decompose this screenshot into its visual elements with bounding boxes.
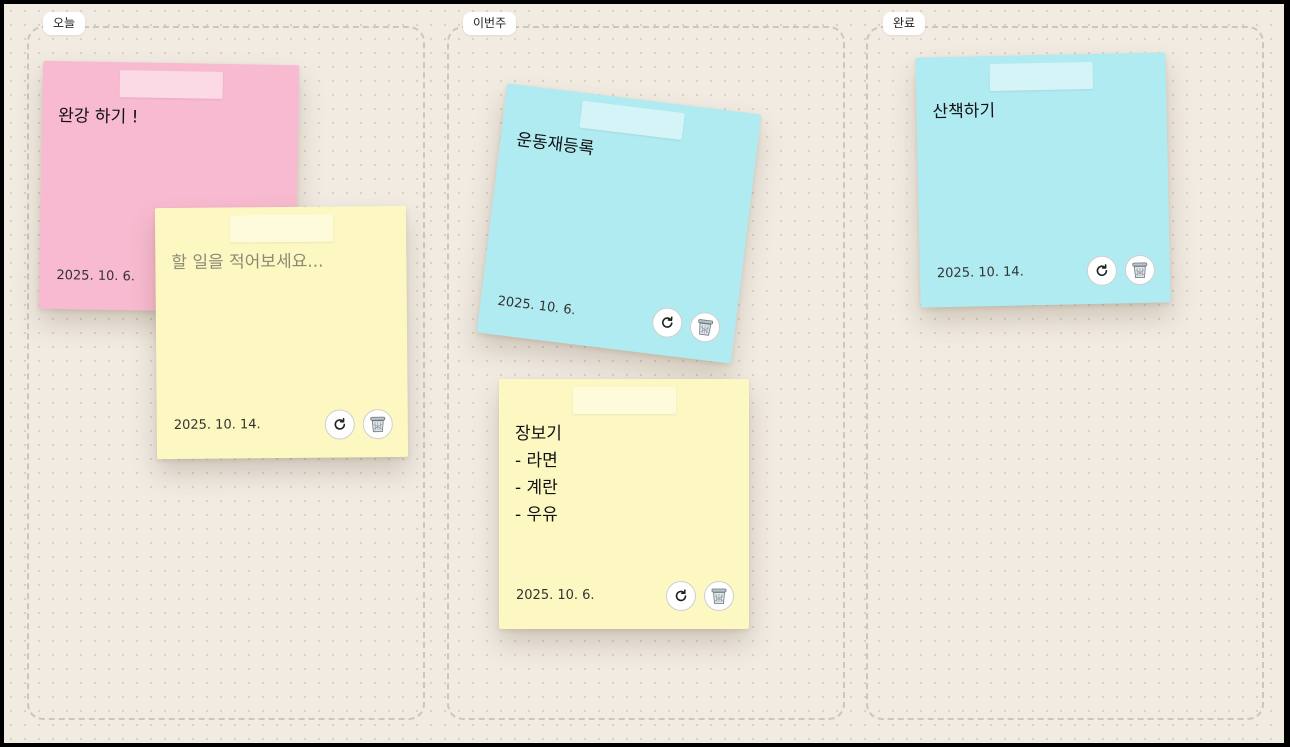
sticky-note[interactable]: 산책하기 2025. 10. 14. [915, 52, 1171, 308]
tape-strip [573, 387, 676, 414]
column-label-done: 완료 [883, 12, 926, 35]
board-canvas: 오늘 이번주 완료 완강 하기 ! 2025. 10. 6. 할 일을 적어보세… [4, 4, 1284, 743]
rotate-button[interactable] [666, 581, 696, 611]
tape-strip [229, 214, 333, 243]
delete-button[interactable] [362, 409, 393, 440]
trash-icon [711, 588, 727, 604]
tape-strip [119, 70, 224, 99]
note-date: 2025. 10. 6. [496, 293, 577, 319]
sticky-note[interactable]: 장보기 - 라면 - 계란 - 우유 2025. 10. 6. [499, 379, 749, 629]
note-text[interactable]: 산책하기 [932, 95, 1153, 127]
delete-button[interactable] [688, 310, 722, 344]
delete-button[interactable] [1124, 254, 1156, 286]
tape-strip [579, 100, 685, 141]
sticky-note[interactable]: 할 일을 적어보세요... 2025. 10. 14. [154, 205, 409, 460]
trash-icon [1132, 262, 1148, 278]
note-date: 2025. 10. 6. [56, 268, 136, 285]
note-date: 2025. 10. 6. [516, 588, 595, 603]
rotate-icon [334, 417, 346, 430]
rotate-button[interactable] [650, 305, 684, 340]
note-text[interactable]: 장보기 - 라면 - 계란 - 우유 [515, 421, 735, 529]
rotate-icon [662, 316, 673, 328]
sticky-note[interactable]: 운동재등록 2025. 10. 6. [476, 83, 762, 364]
rotate-button[interactable] [1086, 255, 1118, 287]
column-label-this-week: 이번주 [463, 12, 517, 35]
trash-icon [370, 416, 386, 433]
note-text[interactable]: 운동재등록 [515, 127, 743, 181]
note-input[interactable]: 할 일을 적어보세요... [171, 248, 392, 277]
rotate-button[interactable] [324, 409, 355, 440]
note-date: 2025. 10. 14. [936, 264, 1024, 282]
tape-strip [989, 61, 1094, 92]
note-date: 2025. 10. 14. [173, 417, 261, 433]
column-label-today: 오늘 [43, 12, 86, 35]
note-text[interactable]: 완강 하기 ! [58, 103, 284, 134]
trash-icon [698, 319, 714, 336]
rotate-icon [1096, 264, 1108, 277]
delete-button[interactable] [704, 581, 734, 611]
rotate-icon [675, 589, 687, 602]
